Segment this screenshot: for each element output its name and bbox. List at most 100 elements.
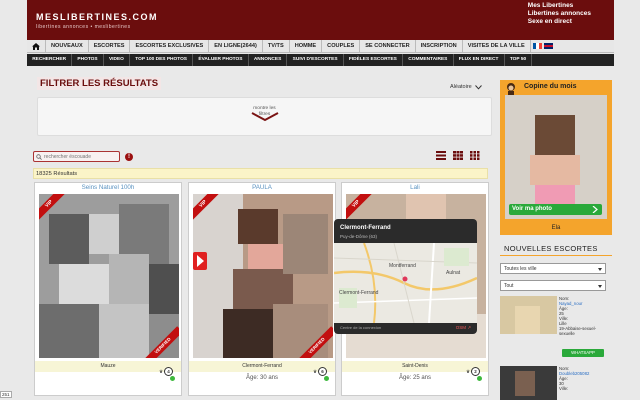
location-map-popup[interactable]: Clermont-Ferrand Puy-de-Dôme (63) Montfe… (334, 219, 477, 334)
header-links: Mes Libertines Libertines annonces Sexe … (528, 2, 591, 26)
search-field[interactable] (33, 151, 120, 162)
city-select[interactable]: Toutes les ville (500, 263, 606, 274)
site-logo[interactable]: MESLIBERTINES.COM (36, 12, 158, 22)
home-icon (32, 42, 40, 50)
whatsapp-button[interactable]: WHATSAPP (562, 349, 604, 357)
map-label-aulnat: Aulnat (446, 270, 461, 276)
escort-card[interactable]: Seins Naturel 100h VIP VERIFIED Mauze ♛ 4 (34, 182, 182, 396)
nav-homme[interactable]: HOMME (290, 39, 323, 53)
nav-visites-ville[interactable]: VISITES DE LA VILLE (463, 39, 531, 53)
map-view[interactable]: Montferrand Clermont-Ferrand Aulnat (334, 243, 477, 323)
subnav-suivi[interactable]: SUIVI D'ESCORTES (287, 54, 344, 66)
nav-escortes[interactable]: ESCORTES (89, 39, 131, 53)
map-open-link[interactable]: OSM ↗ (456, 325, 471, 331)
copine-photo-blurred[interactable] (505, 95, 607, 219)
arrow-right-icon (592, 206, 598, 213)
language-switcher (532, 43, 553, 49)
site-tagline: libertines annonces • meslibertines (36, 24, 131, 30)
counter-badge: 251 (0, 391, 12, 398)
see-photo-button[interactable]: Voir ma photo (509, 204, 602, 215)
subnav-top-100[interactable]: TOP 100 DES PHOTOS (130, 54, 194, 66)
large-grid-view-icon[interactable] (470, 151, 480, 160)
escort-thumb-blurred[interactable] (500, 296, 557, 334)
nav-en-ligne[interactable]: EN LIGNE(2644) (209, 39, 263, 53)
card-photo-blurred[interactable]: VIP VERIFIED (39, 194, 179, 358)
header-link-mes-libertines[interactable]: Mes Libertines (528, 2, 591, 10)
card-age: Âge: 25 ans (398, 375, 432, 381)
pixelated-photo (500, 296, 557, 334)
subnav-fideles[interactable]: FIDÈLES ESCORTES (344, 54, 404, 66)
card-name[interactable]: Seins Naturel 100h (35, 184, 181, 191)
flag-fr-icon[interactable] (532, 43, 542, 49)
nav-se-connecter[interactable]: SE CONNECTER (360, 39, 416, 53)
flag-en-icon[interactable] (543, 43, 553, 49)
subnav-rechercher[interactable]: RECHERCHER (27, 54, 73, 66)
map-city-name: Clermont-Ferrand (340, 225, 391, 231)
card-age: Âge: 30 ans (245, 375, 279, 381)
escort-info: Nom: Doubleb205082 Âge: 30 Ville: (559, 366, 589, 391)
escort-info: Nom: Nayad_nour Âge: 25 Ville: Lille 19-… (559, 296, 609, 336)
subnav-top-50[interactable]: TOP 50 (505, 54, 533, 66)
pixelated-photo (505, 95, 607, 219)
crown-icon: ♛ (465, 368, 470, 374)
chevron-down-icon[interactable] (251, 112, 279, 122)
subnav-photos[interactable]: PHOTOS (72, 54, 104, 66)
card-name[interactable]: PAULA (189, 184, 335, 191)
map-label-clermont: Clermont-Ferrand (339, 290, 379, 296)
map-region: Puy-de-Dôme (63) (340, 234, 378, 239)
nav-couples[interactable]: COUPLES (322, 39, 361, 53)
nav-nouveaux[interactable]: NOUVEAUX (46, 39, 89, 53)
subnav-evaluer[interactable]: ÉVALUER PHOTOS (193, 54, 249, 66)
header-link-sexe-direct[interactable]: Sexe en direct (528, 18, 591, 26)
filter-title: FILTRER LES RÉSULTATS (37, 77, 162, 90)
online-status-icon (477, 376, 482, 381)
escort-tagline: 19-Abbaise-sexuel-sexuelle (559, 326, 597, 336)
photo-count-badge: ♛ 4 (159, 367, 173, 376)
search-input[interactable] (44, 153, 114, 160)
crown-icon: ♛ (312, 368, 317, 374)
filter-panel: montre les filtres (37, 97, 492, 136)
nav-inscription[interactable]: INSCRIPTION (416, 39, 463, 53)
list-view-icon[interactable] (436, 151, 446, 160)
new-escorts-title: NOUVELLES ESCORTES (504, 244, 598, 253)
sort-label: Aléatoire (450, 84, 472, 90)
escort-thumb-blurred[interactable] (500, 366, 557, 400)
escort-field-label: Ville: (559, 386, 569, 391)
home-button[interactable] (27, 39, 46, 53)
new-escort-item[interactable]: Nom: Nayad_nour Âge: 25 Ville: Lille 19-… (500, 296, 612, 362)
card-name[interactable]: Lali (342, 184, 488, 191)
map-graphic (334, 243, 477, 323)
see-photo-label: Voir ma photo (512, 206, 552, 212)
view-toggles (436, 151, 480, 160)
copine-title: Copine du mois (524, 83, 577, 90)
pixelated-photo (193, 194, 333, 358)
copine-name[interactable]: Ela (500, 225, 612, 231)
sort-select[interactable]: Aléatoire (450, 84, 482, 90)
online-status-icon (324, 376, 329, 381)
subnav-flux[interactable]: FLUX EN DIRECT (454, 54, 505, 66)
subnav-video[interactable]: VIDEO (104, 54, 131, 66)
sub-nav: RECHERCHER PHOTOS VIDEO TOP 100 DES PHOT… (27, 54, 614, 66)
nav-escortes-exclusives[interactable]: ESCORTES EXCLUSIVES (130, 39, 210, 53)
new-escort-item[interactable]: Nom: Doubleb205082 Âge: 30 Ville: (500, 366, 612, 400)
crown-icon: ♛ (158, 368, 163, 374)
map-label-montferrand: Montferrand (389, 263, 416, 269)
escort-card[interactable]: PAULA VIP VERIFIED Clermont-Ferrand ♛ 6 Â… (188, 182, 336, 396)
photo-count: 4 (164, 367, 173, 376)
monkey-mascot-icon (507, 83, 515, 95)
online-status-icon (170, 376, 175, 381)
subnav-annonces[interactable]: ANNONCES (249, 54, 288, 66)
subnav-commentaires[interactable]: COMMENTAIRES (403, 54, 454, 66)
map-footer-note: Centre de la connexion (340, 325, 382, 330)
header-link-annonces[interactable]: Libertines annonces (528, 10, 591, 18)
type-select[interactable]: Tout (500, 280, 606, 291)
card-photo-blurred[interactable]: VIP VERIFIED (193, 194, 333, 358)
nav-tv-ts[interactable]: TV/TS (263, 39, 290, 53)
search-icon (36, 153, 42, 160)
info-icon[interactable]: ! (125, 153, 133, 161)
divider (500, 255, 612, 256)
pixelated-photo (39, 194, 179, 358)
grid-view-icon[interactable] (453, 151, 463, 160)
chevron-down-icon (474, 84, 482, 90)
results-count: 18325 Résultats (33, 168, 488, 179)
